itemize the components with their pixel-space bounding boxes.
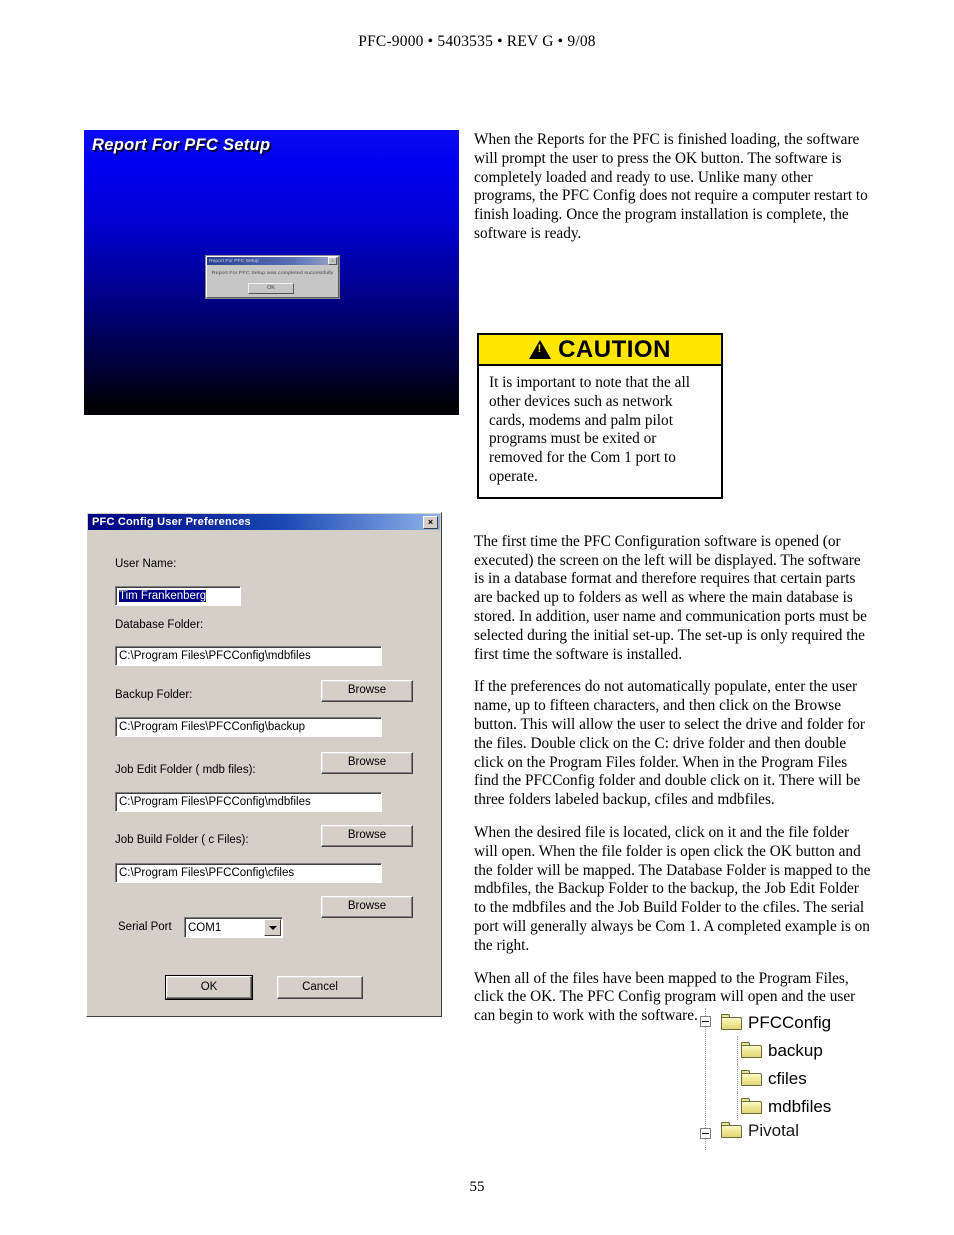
browse-button-job-edit[interactable]: Browse (321, 825, 413, 847)
serial-port-value: COM1 (188, 921, 222, 934)
page-header: PFC-9000 • 5403535 • REV G • 9/08 (358, 33, 596, 50)
setup-complete-message: Report For PFC Setup was completed succe… (211, 270, 334, 276)
collapse-expander-icon[interactable] (700, 1016, 711, 1027)
job-build-folder-label: Job Build Folder ( c Files): (115, 834, 249, 846)
tree-label-mdbfiles: mdbfiles (768, 1096, 832, 1116)
backup-folder-input[interactable]: C:\Program Files\PFCConfig\backup (115, 717, 382, 737)
tree-child-line (737, 1092, 739, 1120)
ok-button[interactable]: OK (165, 975, 253, 1000)
tree-item-pfcconfig[interactable]: PFCConfig (697, 1008, 882, 1036)
cancel-button[interactable]: Cancel (277, 976, 363, 999)
user-name-input[interactable]: Tim Frankenberg (115, 586, 241, 606)
chevron-down-icon[interactable] (264, 919, 281, 936)
user-name-label: User Name: (115, 558, 177, 570)
body-text-column: When the Reports for the PFC is finished… (474, 131, 872, 1040)
splash-title: Report For PFC Setup (92, 136, 271, 154)
close-icon[interactable]: × (423, 515, 438, 529)
pfc-config-user-preferences-dialog: PFC Config User Preferences × User Name:… (86, 512, 442, 1017)
tree-label-cfiles: cfiles (768, 1068, 807, 1088)
setup-complete-dialog-title: Report For PFC Setup (209, 258, 259, 264)
paragraph-3: If the preferences do not automatically … (474, 678, 865, 809)
tree-child-line (737, 1064, 739, 1092)
folder-icon (741, 1098, 762, 1114)
folder-tree-screenshot: PFCConfig backup cfiles mdbfiles Pivotal (697, 1008, 882, 1150)
tree-label-pivotal: Pivotal (748, 1120, 800, 1140)
tree-item-pivotal[interactable]: Pivotal (697, 1120, 882, 1140)
folder-icon (721, 1014, 742, 1030)
tree-item-cfiles[interactable]: cfiles (697, 1064, 882, 1092)
dialog-titlebar: PFC Config User Preferences × (88, 514, 440, 530)
tree-label-backup: backup (768, 1040, 823, 1060)
user-name-value: Tim Frankenberg (119, 590, 207, 602)
dialog-body: User Name: Tim Frankenberg Database Fold… (87, 531, 441, 1016)
tree-item-mdbfiles[interactable]: mdbfiles (697, 1092, 882, 1120)
setup-complete-dialog-titlebar: Report For PFC Setup × (207, 257, 338, 265)
tree-label-root: PFCConfig (748, 1012, 832, 1032)
splash-screenshot: Report For PFC Setup Report For PFC Setu… (84, 130, 459, 415)
setup-complete-ok-button[interactable]: OK (248, 283, 294, 294)
paragraph-1: When the Reports for the PFC is finished… (474, 131, 868, 242)
browse-button-backup[interactable]: Browse (321, 752, 413, 774)
folder-icon (721, 1122, 742, 1138)
serial-port-label: Serial Port (118, 921, 172, 933)
paragraph-2: The first time the PFC Configuration sof… (474, 532, 867, 663)
job-edit-folder-label: Job Edit Folder ( mdb files): (115, 764, 256, 776)
browse-button-job-build[interactable]: Browse (321, 896, 413, 918)
database-folder-label: Database Folder: (115, 619, 204, 631)
setup-complete-dialog: Report For PFC Setup × Report For PFC Se… (206, 256, 339, 298)
caution-spacer (474, 258, 872, 533)
job-edit-folder-input[interactable]: C:\Program Files\PFCConfig\mdbfiles (115, 792, 382, 812)
serial-port-select[interactable]: COM1 (184, 917, 283, 938)
paragraph-4: When the desired file is located, click … (474, 823, 871, 954)
folder-icon (741, 1070, 762, 1086)
folder-icon (741, 1042, 762, 1058)
job-build-folder-input[interactable]: C:\Program Files\PFCConfig\cfiles (115, 863, 382, 883)
backup-folder-label: Backup Folder: (115, 689, 193, 701)
page-number: 55 (469, 1179, 485, 1195)
browse-button-database[interactable]: Browse (321, 680, 413, 702)
database-folder-input[interactable]: C:\Program Files\PFCConfig\mdbfiles (115, 646, 382, 666)
tree-item-backup[interactable]: backup (697, 1036, 882, 1064)
tree-child-line (737, 1036, 739, 1064)
close-icon[interactable]: × (328, 257, 337, 265)
dialog-title: PFC Config User Preferences (92, 516, 251, 528)
expand-expander-icon[interactable] (700, 1128, 711, 1139)
